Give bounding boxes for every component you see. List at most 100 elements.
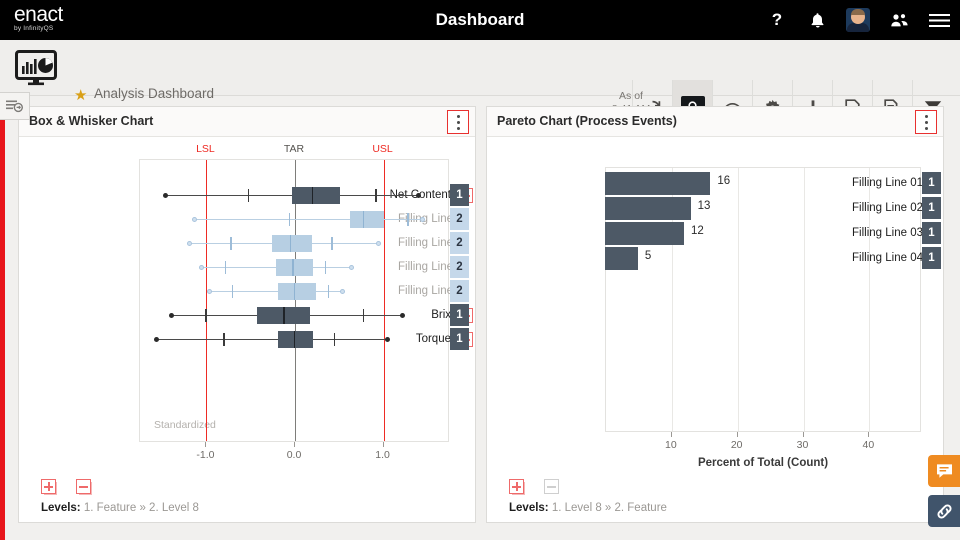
topbar-icon-group: ? <box>766 0 950 40</box>
whisker-cap-6-0 <box>223 333 225 346</box>
box-whisker-kebab-menu-icon[interactable] <box>447 110 469 134</box>
spec-label-tar: TAR <box>283 143 305 155</box>
outlier-dot-6-1 <box>384 337 390 342</box>
pareto-bar-1[interactable] <box>605 196 691 220</box>
box-rect-0[interactable] <box>292 186 341 204</box>
median-line-2 <box>289 234 291 252</box>
pareto-row-label-text: Filling Line 01 <box>852 177 923 189</box>
whisker-line-6 <box>156 339 387 341</box>
box-whisker-levels-label: Levels: <box>41 502 81 514</box>
pareto-kebab-menu-icon[interactable] <box>915 110 937 134</box>
box-row-badge-5[interactable]: 1 <box>450 304 469 326</box>
pareto-gridline-2 <box>803 168 805 431</box>
pareto-xtick-label-0: 10 <box>664 439 677 451</box>
box-whisker-collapse-icon[interactable] <box>76 479 91 494</box>
box-whisker-panel-footer: Levels: 1. Feature » 2. Level 8 <box>19 477 475 522</box>
pareto-levels: Levels: 1. Level 8 » 2. Feature <box>509 502 667 514</box>
whisker-line-4 <box>209 291 343 293</box>
dashboard-title: Analysis Dashboard <box>94 86 215 101</box>
box-xtick-mark-0 <box>205 442 207 447</box>
whisker-cap-3-1 <box>325 261 327 274</box>
box-row-badge-4[interactable]: 2 <box>450 280 469 302</box>
box-xtick-mark-1 <box>294 442 295 447</box>
pareto-row-label-text: Filling Line 02 <box>852 202 923 214</box>
box-row-badge-2[interactable]: 2 <box>450 232 469 254</box>
box-whisker-expand-icon[interactable] <box>41 479 56 494</box>
box-whisker-levels-value: 1. Feature » 2. Level 8 <box>83 502 199 514</box>
link-widget[interactable] <box>928 495 960 527</box>
pareto-row-badge-3[interactable]: 1 <box>922 247 941 269</box>
filter-panel-handle[interactable] <box>0 92 30 120</box>
median-line-1 <box>363 210 365 228</box>
spec-label-lsl: LSL <box>196 143 215 155</box>
dashboard-monitor-icon <box>14 48 58 88</box>
pareto-chart: Filling Line 01 16 1 Filling Line 02 13 1 Fill… <box>487 137 945 477</box>
app-root: enact by InfinityQS Dashboard ? ★ Analys… <box>0 0 960 540</box>
avatar-body <box>847 23 869 32</box>
whisker-cap-2-0 <box>230 237 232 250</box>
collaborators-icon[interactable] <box>888 9 910 31</box>
box-xtick-mark-2 <box>382 442 384 447</box>
pareto-row-label-text: Filling Line 03 <box>852 227 923 239</box>
pareto-gridline-1 <box>737 168 739 431</box>
pareto-row-badge-2[interactable]: 1 <box>922 222 941 244</box>
pareto-levels-label: Levels: <box>509 502 549 514</box>
pareto-xtick-mark-0 <box>670 432 672 437</box>
pareto-panel-title: Pareto Chart (Process Events) <box>497 114 677 128</box>
box-rect-1[interactable] <box>349 210 385 228</box>
pareto-bar-0[interactable] <box>605 171 711 195</box>
box-whisker-levels: Levels: 1. Feature » 2. Level 8 <box>41 502 199 514</box>
median-line-5 <box>283 306 285 324</box>
pareto-row-badge-0[interactable]: 1 <box>922 172 941 194</box>
chat-bubble-icon <box>936 464 952 478</box>
box-row-label-text: Torque <box>415 333 451 345</box>
pareto-xtick-mark-3 <box>868 432 870 437</box>
outlier-dot-0-1 <box>415 193 421 198</box>
box-row-badge-3[interactable]: 2 <box>450 256 469 278</box>
pareto-xtick-label-1: 20 <box>730 439 743 451</box>
pareto-expand-icon[interactable] <box>509 479 524 494</box>
outlier-dot-5-1 <box>399 313 405 318</box>
whisker-cap-0-0 <box>247 189 250 202</box>
box-xtick-label-2: 1.0 <box>375 449 390 461</box>
median-line-6 <box>294 330 296 348</box>
box-xtick-label-0: -1.0 <box>196 449 215 461</box>
notifications-bell-icon[interactable] <box>806 9 828 31</box>
pareto-axis-title: Percent of Total (Count) <box>697 457 829 469</box>
whisker-cap-4-0 <box>232 285 234 298</box>
pareto-bar-2[interactable] <box>605 221 684 245</box>
outlier-dot-2-0 <box>186 241 192 246</box>
pareto-panel-header: Pareto Chart (Process Events) <box>487 107 943 137</box>
box-rect-6[interactable] <box>278 330 314 348</box>
pareto-bar-value-2: 12 <box>691 225 704 237</box>
chat-widget[interactable] <box>928 455 960 487</box>
user-avatar[interactable] <box>846 8 870 32</box>
top-navigation-bar: enact by InfinityQS Dashboard ? <box>0 0 960 40</box>
pareto-footer-icons <box>509 479 559 494</box>
hamburger-menu-icon[interactable] <box>928 9 950 31</box>
pareto-xtick-mark-2 <box>802 432 804 437</box>
pareto-panel-footer: Levels: 1. Level 8 » 2. Feature <box>487 477 943 522</box>
outlier-dot-3-0 <box>198 265 204 270</box>
box-rect-4[interactable] <box>278 282 317 300</box>
help-icon[interactable]: ? <box>766 9 788 31</box>
pareto-row-badge-1[interactable]: 1 <box>922 197 941 219</box>
whisker-line-1 <box>194 219 423 221</box>
pareto-levels-value: 1. Level 8 » 2. Feature <box>551 502 667 514</box>
avatar-hair <box>851 9 865 15</box>
pareto-bar-value-0: 16 <box>717 175 731 187</box>
box-row-label-text: Brix <box>431 309 451 321</box>
favorite-star-icon[interactable]: ★ <box>74 88 87 103</box>
pareto-xtick-label-2: 30 <box>796 439 809 451</box>
box-row-badge-6[interactable]: 1 <box>450 328 469 350</box>
box-xtick-label-1: 0.0 <box>286 449 302 461</box>
link-chain-icon <box>936 503 952 519</box>
pareto-bar-3[interactable] <box>605 246 638 270</box>
box-row-badge-1[interactable]: 2 <box>450 208 469 230</box>
pareto-xtick-mark-1 <box>736 432 738 437</box>
box-rect-3[interactable] <box>276 258 314 276</box>
box-row-badge-0[interactable]: 1 <box>450 184 469 206</box>
median-line-3 <box>292 258 294 276</box>
box-rect-2[interactable] <box>271 234 312 252</box>
median-line-0 <box>311 186 314 204</box>
